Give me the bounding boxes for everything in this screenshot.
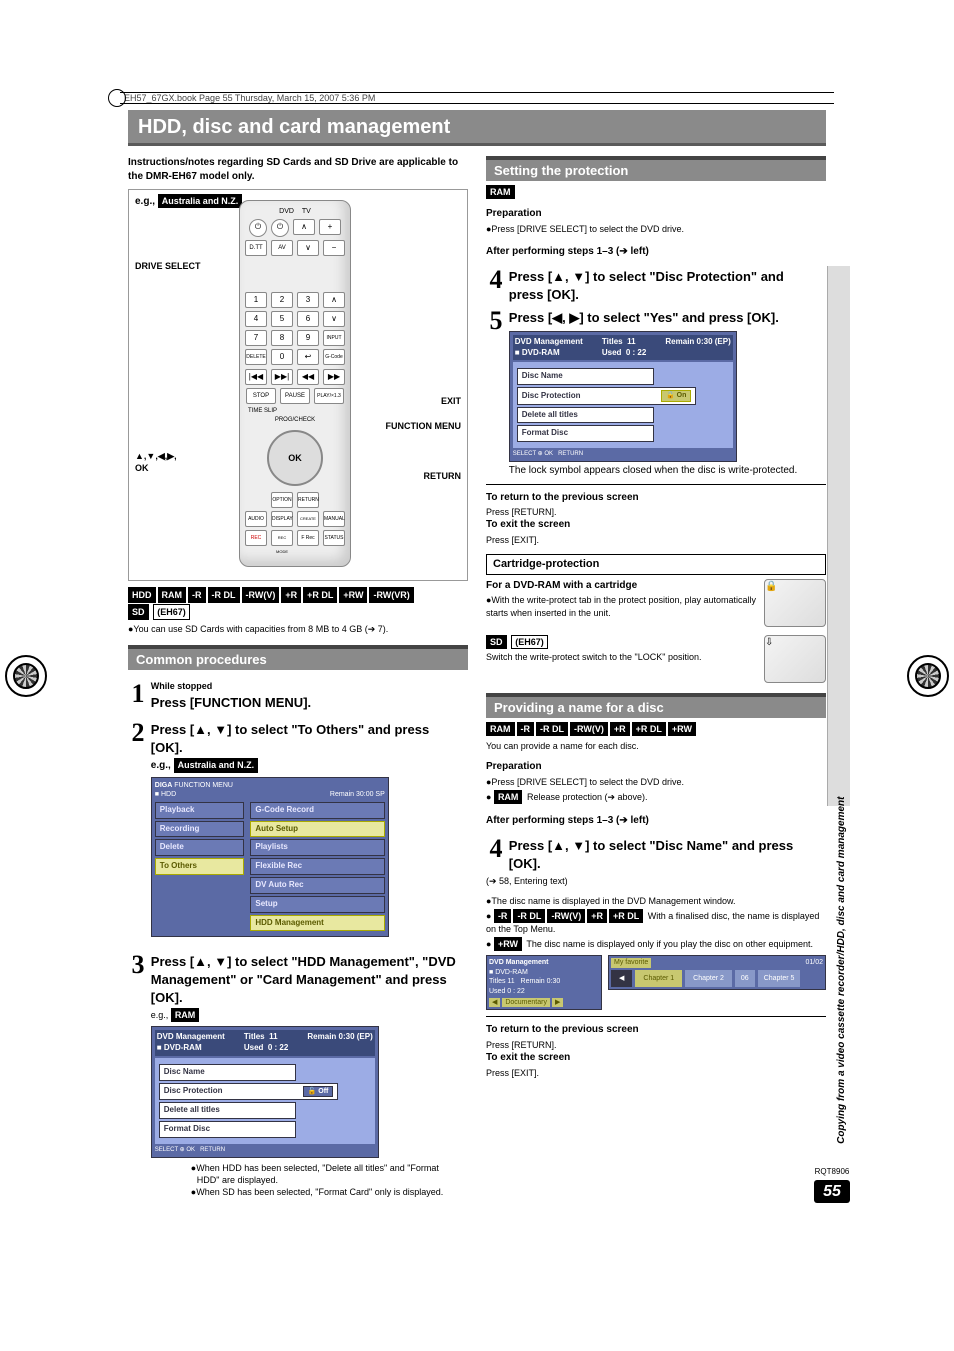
setting-protection-heading: Setting the protection (486, 156, 826, 181)
label-arrows-ok: ▲,▼,◀,▶, OK (135, 450, 177, 474)
sd-lock-illustration: ⇩ (764, 635, 826, 683)
dvd-management-screen: DVD Management■ DVD-RAM Titles 11 Used 0… (151, 1026, 379, 1158)
function-menu-screen: DIGA FUNCTION MENU ■ HDDRemain 30:00 SP … (151, 777, 389, 937)
label-function-menu: FUNCTION MENU (386, 420, 462, 432)
registration-mark-right (907, 655, 949, 697)
side-tab: Copying from a video cassette recorder/H… (827, 266, 850, 806)
label-exit: EXIT (441, 395, 461, 407)
page-number: RQT8906 55 (814, 1167, 850, 1203)
step-1-small: While stopped (151, 680, 463, 692)
step-3-notes: ●When HDD has been selected, "Delete all… (151, 1162, 463, 1198)
label-return: RETURN (424, 470, 462, 482)
right-step-5-number: 5 (486, 303, 506, 338)
disc-protection-on-screen: DVD Management■ DVD-RAM Titles 11 Used 0… (509, 331, 737, 463)
right-step-4-number: 4 (486, 262, 506, 297)
intro-note: Instructions/notes regarding SD Cards an… (128, 156, 468, 183)
providing-name-heading: Providing a name for a disc (486, 693, 826, 718)
step-2-number: 2 (128, 715, 148, 750)
lock-caption: The lock symbol appears closed when the … (509, 464, 821, 478)
label-drive-select: DRIVE SELECT (135, 260, 201, 272)
name-step-4-number: 4 (486, 831, 506, 866)
right-column: Setting the protection RAM Preparation ●… (486, 156, 826, 1207)
after-steps-note: After performing steps 1–3 (➔ left) (486, 245, 826, 259)
step-1-main: Press [FUNCTION MENU]. (151, 694, 463, 712)
cartridge-lock-illustration: 🔒 (764, 579, 826, 627)
remote-body: DVD TV ⏻⏻∧+ D.TTAV∨− 123∧ 456∨ 789INPUT … (239, 200, 351, 567)
cartridge-protection-heading: Cartridge-protection (486, 554, 826, 575)
step-2-main: Press [▲, ▼] to select "To Others" and p… (151, 721, 463, 756)
sd-footnote: ●You can use SD Cards with capacities fr… (128, 623, 468, 635)
ok-ring: OK (267, 430, 323, 486)
page-title: HDD, disc and card management (128, 110, 826, 146)
left-column: Instructions/notes regarding SD Cards an… (128, 156, 468, 1207)
preparation-label: Preparation (486, 208, 542, 219)
running-header: EH57_67GX.book Page 55 Thursday, March 1… (120, 92, 834, 104)
step-3-number: 3 (128, 947, 148, 982)
header-text: EH57_67GX.book Page 55 Thursday, March 1… (124, 93, 375, 103)
registration-mark-left (5, 655, 47, 697)
common-procedures-heading: Common procedures (128, 645, 468, 670)
step-3-main: Press [▲, ▼] to select "HDD Management",… (151, 953, 463, 1006)
media-tags: HDDRAM-R-R DL-RW(V)+R+R DL+RW-RW(VR) SD … (128, 587, 468, 621)
remote-illustration: e.g., Australia and N.Z. DRIVE SELECT EX… (128, 189, 468, 581)
title-strip-illustration: DVD Management■ DVD-RAM Titles 11 Remain… (486, 955, 826, 1010)
step-1-number: 1 (128, 676, 148, 711)
